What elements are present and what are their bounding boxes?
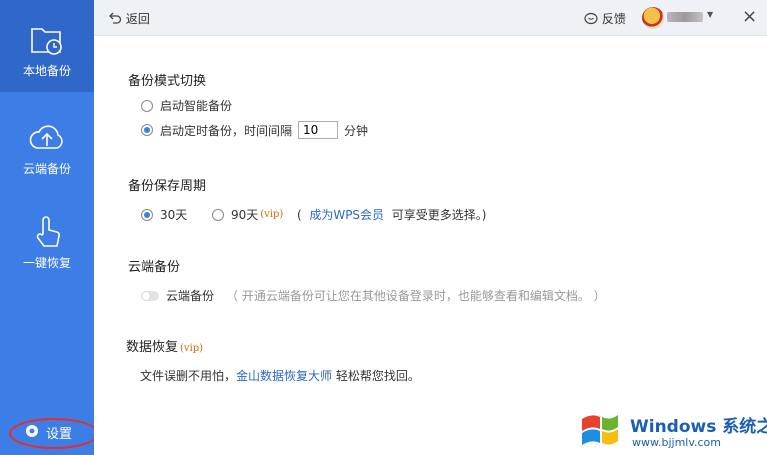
feedback-bubble-icon	[584, 12, 598, 25]
back-button[interactable]: 返回	[108, 10, 150, 27]
sidebar-item-label: 云端备份	[22, 162, 71, 176]
windows-logo-icon	[582, 415, 618, 445]
interval-unit: 分钟	[344, 123, 369, 138]
vip-tag: (vip)	[260, 209, 284, 220]
vip-tag: (vip)	[180, 343, 204, 354]
back-label: 返回	[125, 12, 150, 26]
cloud-backup-toggle-row: 云端备份 （ 开通云端备份可让您在其他设备登录时，也能够查看和编辑文档。 ）	[141, 287, 606, 304]
sidebar-item-one-click-restore[interactable]: 一键恢复	[0, 192, 94, 284]
timed-backup-radio[interactable]	[141, 124, 153, 136]
retention-30-option[interactable]: 30天	[141, 206, 187, 223]
data-recovery-title-row: 数据恢复 (vip)	[126, 336, 203, 355]
data-recovery-title: 数据恢复	[126, 340, 179, 355]
sidebar-item-cloud-backup[interactable]: 云端备份	[0, 98, 94, 190]
cloud-backup-title: 云端备份	[128, 260, 181, 275]
timed-backup-label: 启动定时备份，时间间隔	[160, 123, 293, 138]
watermark-url: www.bjjmlv.com	[632, 436, 721, 449]
retention-90-radio[interactable]	[212, 208, 224, 221]
back-arrow-icon	[109, 12, 122, 24]
retention-30-label: 30天	[160, 208, 188, 222]
retention-title: 备份保存周期	[128, 179, 207, 194]
backup-mode-title: 备份模式切换	[128, 74, 207, 89]
sidebar-item-label: 本地备份	[22, 64, 71, 78]
cloud-backup-hint: （ 开通云端备份可让您在其他设备登录时，也能够查看和编辑文档。 ）	[226, 289, 606, 303]
cloud-backup-toggle-label: 云端备份	[166, 289, 215, 303]
interval-input[interactable]	[298, 121, 339, 139]
hint-open: (	[297, 207, 302, 222]
chevron-down-icon[interactable]: ▼	[707, 10, 713, 19]
smart-backup-radio[interactable]	[141, 99, 153, 112]
sidebar-item-local-backup[interactable]: 本地备份	[0, 0, 94, 92]
watermark-title: Windows 系统之家	[630, 417, 767, 437]
smart-backup-label: 启动智能备份	[160, 99, 233, 113]
top-bar: 返回 反馈 ▼ ×	[94, 0, 767, 36]
feedback-button[interactable]: 反馈	[584, 10, 626, 27]
retention-90-option[interactable]: 90天 (vip)	[212, 206, 283, 223]
recovery-master-link[interactable]: 金山数据恢复大师	[236, 367, 332, 384]
avatar[interactable]	[642, 7, 664, 29]
close-button[interactable]: ×	[742, 6, 757, 27]
wps-member-link[interactable]: 成为WPS会员	[309, 206, 384, 223]
username-blurred[interactable]	[667, 12, 703, 22]
retention-hint: ( 成为WPS会员 可享受更多选择。)	[297, 206, 486, 223]
recovery-text-after: 轻松帮您找回。	[335, 369, 420, 383]
retention-30-radio[interactable]	[141, 208, 153, 221]
retention-90-label: 90天	[231, 208, 259, 222]
feedback-label: 反馈	[601, 12, 626, 26]
data-recovery-text: 文件误删不用怕， 金山数据恢复大师 轻松帮您找回。	[140, 367, 420, 384]
sidebar: 本地备份 云端备份 一键恢复 设置	[0, 0, 94, 455]
recovery-text-before: 文件误删不用怕，	[140, 369, 237, 383]
highlight-ellipse	[9, 418, 99, 449]
settings-panel: 备份模式切换 启动智能备份 启动定时备份，时间间隔 分钟 备份保存周期 30天 …	[94, 36, 767, 455]
hand-pointer-icon	[36, 216, 60, 247]
folder-clock-icon	[31, 28, 62, 55]
sidebar-item-label: 一键恢复	[22, 256, 71, 270]
cloud-upload-icon	[29, 125, 63, 149]
hint-rest: 可享受更多选择。)	[391, 208, 487, 222]
smart-backup-option[interactable]: 启动智能备份	[141, 97, 232, 114]
cloud-backup-toggle[interactable]	[141, 290, 159, 301]
timed-backup-option[interactable]: 启动定时备份，时间间隔 分钟	[141, 121, 368, 139]
